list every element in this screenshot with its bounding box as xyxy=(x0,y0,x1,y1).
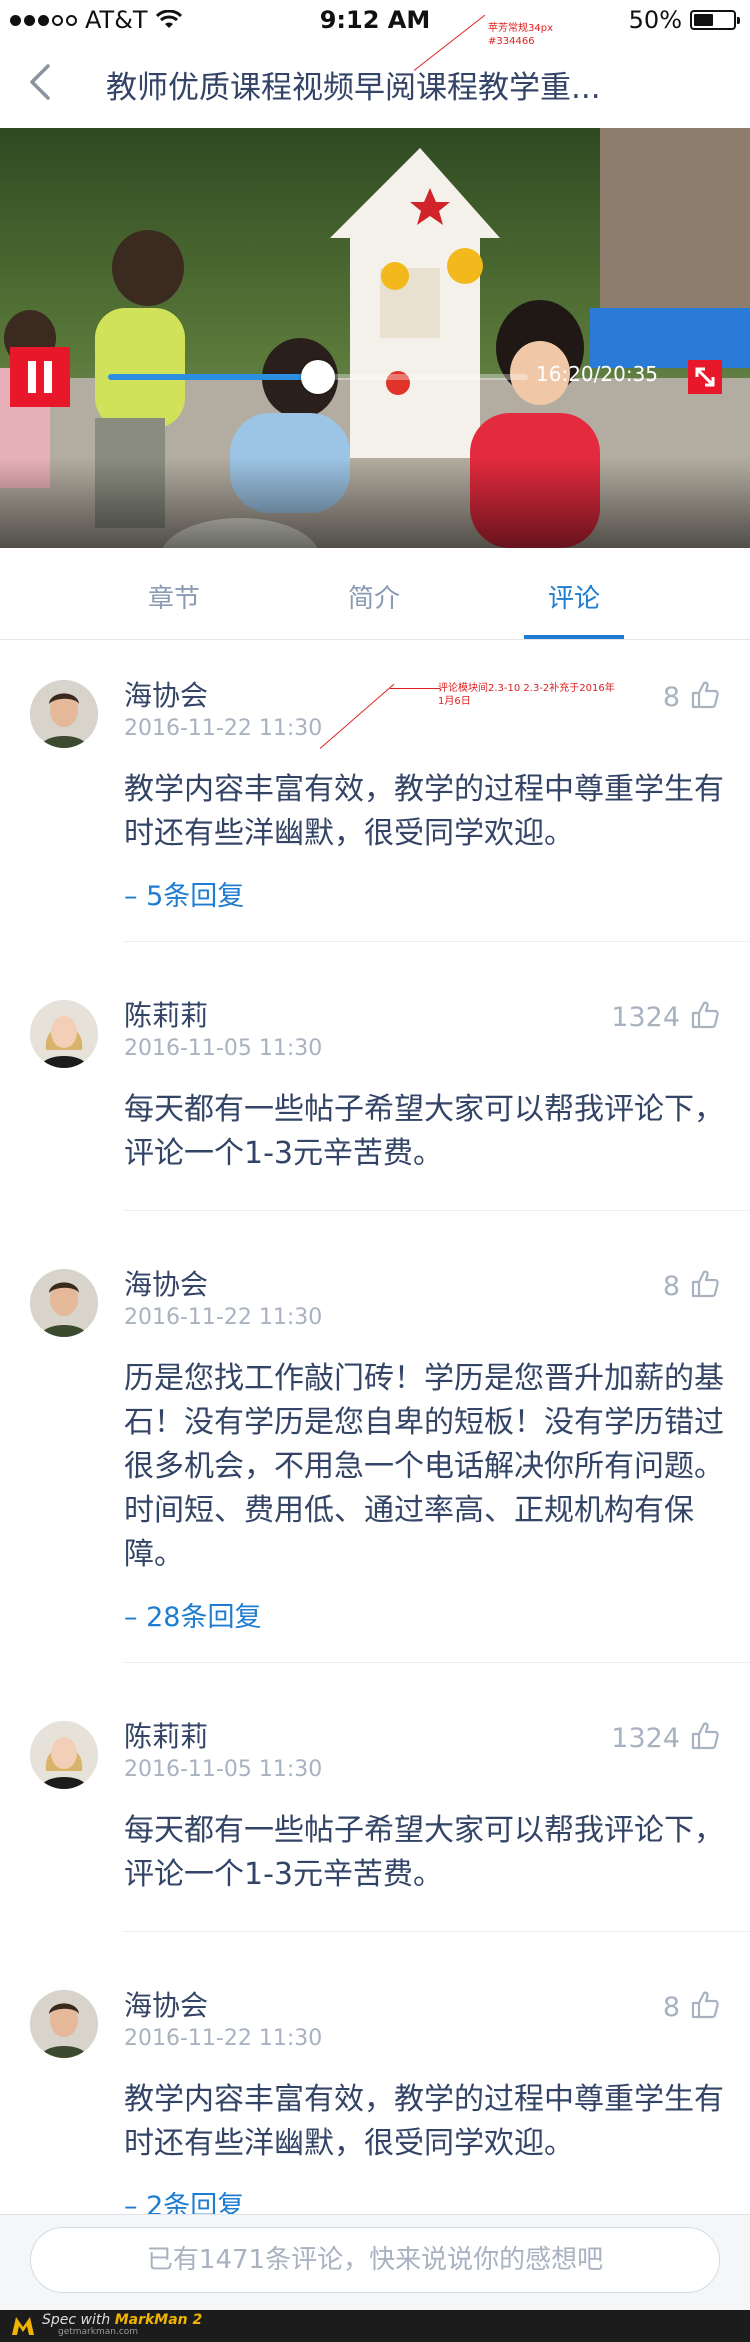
like-count: 1324 xyxy=(611,1001,680,1033)
tab-bar: 章节 简介 评论 xyxy=(0,548,750,640)
like-count: 1324 xyxy=(611,1722,680,1754)
replies-link[interactable]: – 5条回复 xyxy=(124,874,750,913)
progress-played xyxy=(108,374,318,380)
thumbs-up-icon xyxy=(690,1000,720,1034)
video-controls xyxy=(0,458,750,548)
battery-icon xyxy=(690,10,740,30)
page-title: 教师优质课程视频早阅课程教学重... xyxy=(106,70,601,106)
like-count: 8 xyxy=(662,681,680,713)
progress-thumb[interactable] xyxy=(301,360,335,394)
tab-intro[interactable]: 简介 xyxy=(274,548,474,639)
like-button[interactable]: 8 xyxy=(663,1269,720,1303)
spec-text: Spec with xyxy=(42,2312,111,2328)
comment-time: 2016-11-22 11:30 xyxy=(124,1305,323,1330)
annotation-title-spec: 苹芳常规34px #334466 xyxy=(488,22,553,48)
comment-author: 海协会 xyxy=(124,679,209,712)
avatar[interactable] xyxy=(30,1269,98,1337)
comment-paragraph: 每天都有一些帖子希望大家可以帮我评论下，评论一个1-3元辛苦费。 xyxy=(124,1092,724,1171)
like-count: 8 xyxy=(662,1270,680,1302)
tab-comments[interactable]: 评论 xyxy=(474,548,674,639)
comment-paragraph: 历是您找工作敲门砖！学历是您晋升加薪的基石！没有学历是您自卑的短板！没有学历错过… xyxy=(124,1361,724,1484)
thumbs-up-icon xyxy=(690,1990,720,2024)
comment-spacer xyxy=(0,1897,750,1931)
video-time: 16:20/20:35 xyxy=(536,362,659,386)
comment-content: 海协会 2016-11-22 11:30 8 历是您找工作敲门砖！学历是您晋升加薪的基… xyxy=(0,1268,750,1662)
pause-button[interactable] xyxy=(10,347,70,407)
pause-icon xyxy=(28,361,36,393)
comment-text: 教学内容丰富有效，教学的过程中尊重学生有时还有些洋幽默，很受同学欢迎。 xyxy=(124,1990,724,2166)
annotation-text: 苹芳常规34px xyxy=(488,23,553,34)
status-bar: AT&T 9:12 AM 50% xyxy=(0,0,750,40)
avatar[interactable] xyxy=(30,1990,98,2058)
comment-input[interactable]: 已有1471条评论，快来说说你的感想吧 xyxy=(30,2227,720,2293)
comment-item: 海协会 2016-11-22 11:30 8 历是您找工作敲门砖！学历是您晋升加薪的基… xyxy=(30,1210,750,1662)
comment-paragraph: 教学内容丰富有效，教学的过程中尊重学生有时还有些洋幽默，很受同学欢迎。 xyxy=(124,2082,724,2161)
comment-item: 海协会 2016-11-22 11:30 8 教学内容丰富有效，教学的过程中尊重学生有… xyxy=(0,640,750,941)
comment-text: 教学内容丰富有效，教学的过程中尊重学生有时还有些洋幽默，很受同学欢迎。 xyxy=(124,680,724,856)
comment-time: 2016-11-22 11:30 xyxy=(124,2026,323,2051)
comment-content: 陈莉莉 2016-11-05 11:30 1324 每天都有一些帖子希望大家可以帮我评… xyxy=(0,999,750,1210)
status-right: 50% xyxy=(628,6,740,34)
spec-label: Spec with MarkMan 2 xyxy=(42,2312,202,2328)
markman-footer: Spec with MarkMan 2 getmarkman.com xyxy=(0,2310,750,2342)
comment-time: 2016-11-05 11:30 xyxy=(124,1036,323,1061)
comment-time: 2016-11-05 11:30 xyxy=(124,1757,323,1782)
avatar[interactable] xyxy=(30,1721,98,1789)
comment-list: 海协会 2016-11-22 11:30 8 教学内容丰富有效，教学的过程中尊重学生有… xyxy=(0,640,750,2251)
thumbs-up-icon xyxy=(690,1721,720,1755)
like-count: 8 xyxy=(662,1991,680,2023)
comment-time: 2016-11-22 11:30 xyxy=(124,716,323,741)
comment-spacer xyxy=(0,1176,750,1210)
progress-slider[interactable] xyxy=(108,360,528,394)
comment-item: 陈莉莉 2016-11-05 11:30 1324 每天都有一些帖子希望大家可以帮我评… xyxy=(30,1662,750,1931)
comment-content: 海协会 2016-11-22 11:30 8 教学内容丰富有效，教学的过程中尊重学生有… xyxy=(0,1989,750,2251)
comment-item: 海协会 2016-11-22 11:30 8 教学内容丰富有效，教学的过程中尊重学生有… xyxy=(30,1931,750,2251)
comment-content: 陈莉莉 2016-11-05 11:30 1324 每天都有一些帖子希望大家可以帮我评… xyxy=(0,1720,750,1931)
comment-content: 海协会 2016-11-22 11:30 8 教学内容丰富有效，教学的过程中尊重学生有… xyxy=(0,679,750,941)
comment-item: 陈莉莉 2016-11-05 11:30 1324 每天都有一些帖子希望大家可以帮我评… xyxy=(30,941,750,1210)
site-text: getmarkman.com xyxy=(58,2327,139,2337)
fullscreen-icon xyxy=(695,367,715,387)
replies-link[interactable]: – 28条回复 xyxy=(124,1595,750,1634)
nav-bar: 教师优质课程视频早阅课程教学重... xyxy=(0,40,750,128)
comment-paragraph: 教学内容丰富有效，教学的过程中尊重学生有时还有些洋幽默，很受同学欢迎。 xyxy=(124,772,724,851)
comment-author: 海协会 xyxy=(124,1989,209,2022)
chevron-left-icon[interactable] xyxy=(18,58,66,106)
thumbs-up-icon xyxy=(690,680,720,714)
markman-logo-icon xyxy=(12,2317,34,2335)
comment-author: 陈莉莉 xyxy=(124,999,209,1032)
like-button[interactable]: 8 xyxy=(663,1990,720,2024)
comment-author: 陈莉莉 xyxy=(124,1720,209,1753)
like-button[interactable]: 8 xyxy=(663,680,720,714)
comment-spacer xyxy=(0,1634,750,1662)
fullscreen-button[interactable] xyxy=(688,360,722,394)
pause-icon xyxy=(44,361,52,393)
video-player[interactable] xyxy=(0,128,750,548)
avatar[interactable] xyxy=(30,1000,98,1068)
tab-chapters[interactable]: 章节 xyxy=(74,548,274,639)
like-button[interactable]: 1324 xyxy=(611,1000,720,1034)
battery-percent: 50% xyxy=(628,6,682,34)
thumbs-up-icon xyxy=(690,1269,720,1303)
comment-bar: 已有1471条评论，快来说说你的感想吧 xyxy=(0,2214,750,2310)
comment-paragraph: 时间短、费用低、通过率高、正规机构有保障。 xyxy=(124,1493,694,1572)
annotation-text: #334466 xyxy=(488,36,535,47)
like-button[interactable]: 1324 xyxy=(611,1721,720,1755)
comment-spacer xyxy=(0,913,750,941)
brand-text: MarkMan 2 xyxy=(114,2312,203,2328)
comment-author: 海协会 xyxy=(124,1268,209,1301)
comment-paragraph: 每天都有一些帖子希望大家可以帮我评论下，评论一个1-3元辛苦费。 xyxy=(124,1813,724,1892)
avatar[interactable] xyxy=(30,680,98,748)
